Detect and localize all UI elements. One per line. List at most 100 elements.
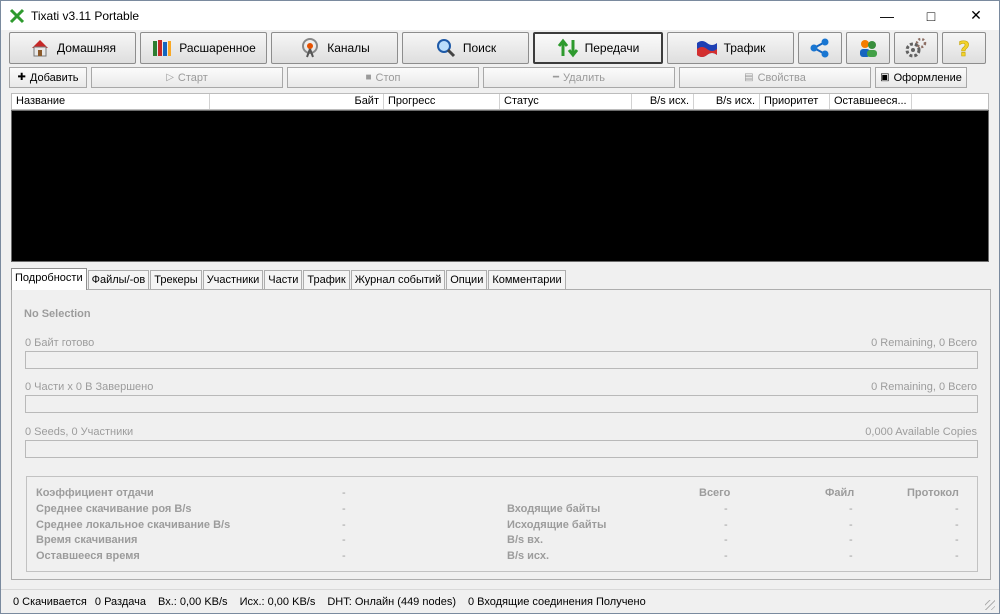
incoming-total-value: - <box>724 503 728 515</box>
delete-label: Удалить <box>563 71 606 84</box>
col-status[interactable]: Статус <box>500 94 632 109</box>
minus-icon: ━ <box>552 72 560 83</box>
nav-channels-button[interactable]: Каналы <box>271 32 398 64</box>
stat-ratio-value: - <box>342 487 346 499</box>
minimize-button[interactable]: — <box>865 1 909 30</box>
col-total-header: Всего <box>699 487 731 499</box>
transfers-list-header: Название Байт Прогресс Статус B/s исх. B… <box>11 93 989 110</box>
nav-transfers-button[interactable]: Передачи <box>533 32 663 64</box>
details-tabs: Подробности Файлы/-ов Трекеры Участники … <box>11 268 567 290</box>
bs-out-file-value: - <box>849 550 853 562</box>
magnifier-icon <box>435 37 457 59</box>
stat-download-time-label: Время скачивания <box>36 534 138 546</box>
add-button[interactable]: ✚ Добавить <box>9 67 87 88</box>
network-button[interactable] <box>798 32 842 64</box>
nav-shared-button[interactable]: Расшаренное <box>140 32 267 64</box>
svg-text:?: ? <box>958 37 970 59</box>
nav-home-button[interactable]: Домашняя <box>9 32 136 64</box>
tab-trackers[interactable]: Трекеры <box>150 270 202 290</box>
status-seeding: 0 Раздача <box>94 595 146 608</box>
nav-channels-label: Каналы <box>327 41 370 55</box>
antenna-icon <box>299 37 321 59</box>
status-downloading: 0 Скачивается <box>13 595 87 608</box>
main-nav: Домашняя Расшаренное Каналы Поиск Переда… <box>9 32 990 64</box>
tab-comments[interactable]: Комментарии <box>488 270 566 290</box>
col-bs-out-2[interactable]: B/s исх. <box>694 94 760 109</box>
plus-icon: ✚ <box>17 72 26 83</box>
bytes-progress-bar <box>25 351 978 369</box>
bytes-done-label: 0 Байт готово <box>25 337 95 349</box>
tab-traffic[interactable]: Трафик <box>303 270 350 290</box>
no-selection-label: No Selection <box>24 308 91 320</box>
seeds-label: 0 Seeds, 0 Участники <box>25 426 134 438</box>
pieces-remaining-label: 0 Remaining, 0 Всего <box>871 381 977 393</box>
window-title: Tixati v3.11 Portable <box>31 8 140 23</box>
status-dht: DHT: Онлайн (449 nodes) <box>327 595 456 608</box>
col-progress[interactable]: Прогресс <box>384 94 500 109</box>
details-panel: No Selection 0 Байт готово 0 Remaining, … <box>11 289 991 580</box>
tab-pieces[interactable]: Части <box>264 270 303 290</box>
users-button[interactable] <box>846 32 890 64</box>
settings-button[interactable] <box>894 32 938 64</box>
col-bs-out[interactable]: B/s исх. <box>632 94 694 109</box>
add-label: Добавить <box>29 71 79 84</box>
books-icon <box>151 37 173 59</box>
pieces-label: 0 Части x 0 В Завершено <box>25 381 154 393</box>
title-bar[interactable]: Tixati v3.11 Portable — □ ✕ <box>1 1 999 30</box>
start-label: Старт <box>177 71 208 84</box>
nav-traffic-button[interactable]: Трафик <box>667 32 794 64</box>
copies-label: 0,000 Available Copies <box>865 426 977 438</box>
house-icon <box>29 37 51 59</box>
stats-box: Коэффициент отдачи Среднее скачивание ро… <box>26 476 978 572</box>
stat-download-time-value: - <box>342 534 346 546</box>
col-priority[interactable]: Приоритет <box>760 94 830 109</box>
main-window: Tixati v3.11 Portable — □ ✕ Домашняя Рас… <box>0 0 1000 614</box>
stat-remaining-time-value: - <box>342 550 346 562</box>
stat-bs-in-label: B/s вх. <box>507 534 544 546</box>
flag-icon <box>696 37 718 59</box>
stat-remaining-time-label: Оставшееся время <box>36 550 140 562</box>
properties-button[interactable]: ▤ Свойства <box>679 67 871 88</box>
resize-grip[interactable] <box>985 600 995 610</box>
tixati-logo-icon <box>9 8 25 23</box>
help-icon: ? <box>953 37 975 59</box>
bytes-remaining-label: 0 Remaining, 0 Всего <box>871 337 977 349</box>
nav-home-label: Домашняя <box>56 41 117 55</box>
col-remaining[interactable]: Оставшееся... <box>830 94 912 109</box>
play-icon: ▷ <box>166 72 174 83</box>
appearance-button[interactable]: ▣ Оформление <box>875 67 967 88</box>
outgoing-file-value: - <box>849 519 853 531</box>
stat-bs-out-label: B/s исх. <box>507 550 550 562</box>
stat-outgoing-bytes-label: Исходящие байты <box>507 519 607 531</box>
status-incoming: 0 Входящие соединения Получено <box>468 595 646 608</box>
stop-button[interactable]: ■ Стоп <box>287 67 479 88</box>
delete-button[interactable]: ━ Удалить <box>483 67 675 88</box>
help-button[interactable]: ? <box>942 32 986 64</box>
window-icon: ▣ <box>880 72 890 83</box>
tab-options[interactable]: Опции <box>446 270 488 290</box>
incoming-protocol-value: - <box>955 503 959 515</box>
col-file-header: Файл <box>825 487 855 499</box>
col-bytes[interactable]: Байт <box>210 94 384 109</box>
maximize-button[interactable]: □ <box>909 1 953 30</box>
properties-label: Свойства <box>757 71 806 84</box>
outgoing-total-value: - <box>724 519 728 531</box>
status-in-speed: Вх.: 0,00 KB/s <box>157 595 228 608</box>
start-button[interactable]: ▷ Старт <box>91 67 283 88</box>
stat-swarm-speed-label: Среднее скачивание роя B/s <box>36 503 192 515</box>
nav-search-label: Поиск <box>462 41 497 55</box>
nav-search-button[interactable]: Поиск <box>402 32 529 64</box>
stop-icon: ■ <box>365 72 372 83</box>
close-button[interactable]: ✕ <box>953 1 999 30</box>
tab-details[interactable]: Подробности <box>11 268 87 290</box>
incoming-file-value: - <box>849 503 853 515</box>
status-bar: 0 Скачивается 0 Раздача Вх.: 0,00 KB/s И… <box>1 589 999 613</box>
transfers-list[interactable] <box>11 110 989 262</box>
tab-peers[interactable]: Участники <box>202 270 264 290</box>
stat-local-speed-label: Среднее локальное скачивание B/s <box>36 519 231 531</box>
tab-files[interactable]: Файлы/-ов <box>87 270 150 290</box>
col-protocol-header: Протокол <box>907 487 959 499</box>
stat-ratio-label: Коэффициент отдачи <box>36 487 154 499</box>
tab-event-log[interactable]: Журнал событий <box>350 270 446 290</box>
col-name[interactable]: Название <box>12 94 210 109</box>
